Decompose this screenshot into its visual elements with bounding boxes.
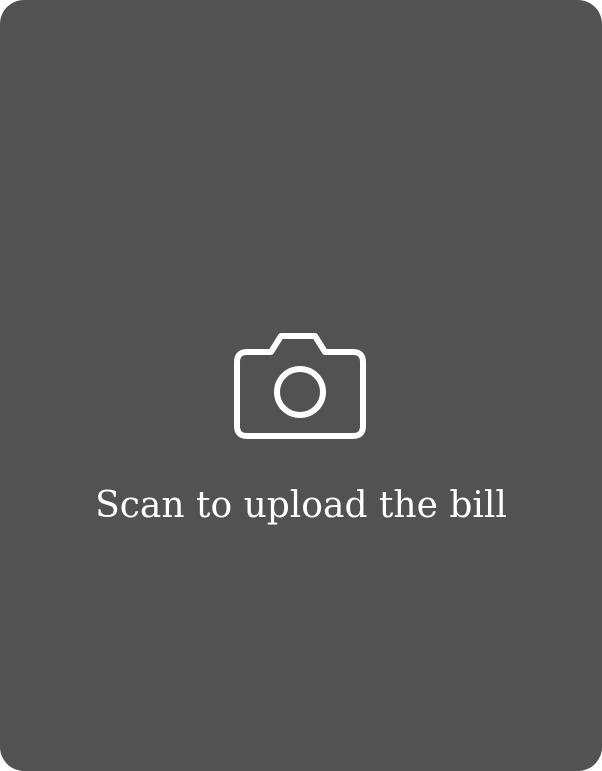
camera-icon [233, 330, 367, 440]
camera-lens [274, 366, 326, 418]
scan-instruction-label: Scan to upload the bill [95, 485, 507, 526]
camera-body-outline [234, 333, 366, 439]
scan-bill-card: Scan to upload the bill [0, 0, 602, 771]
scan-bill-button[interactable]: Scan to upload the bill [0, 0, 602, 771]
